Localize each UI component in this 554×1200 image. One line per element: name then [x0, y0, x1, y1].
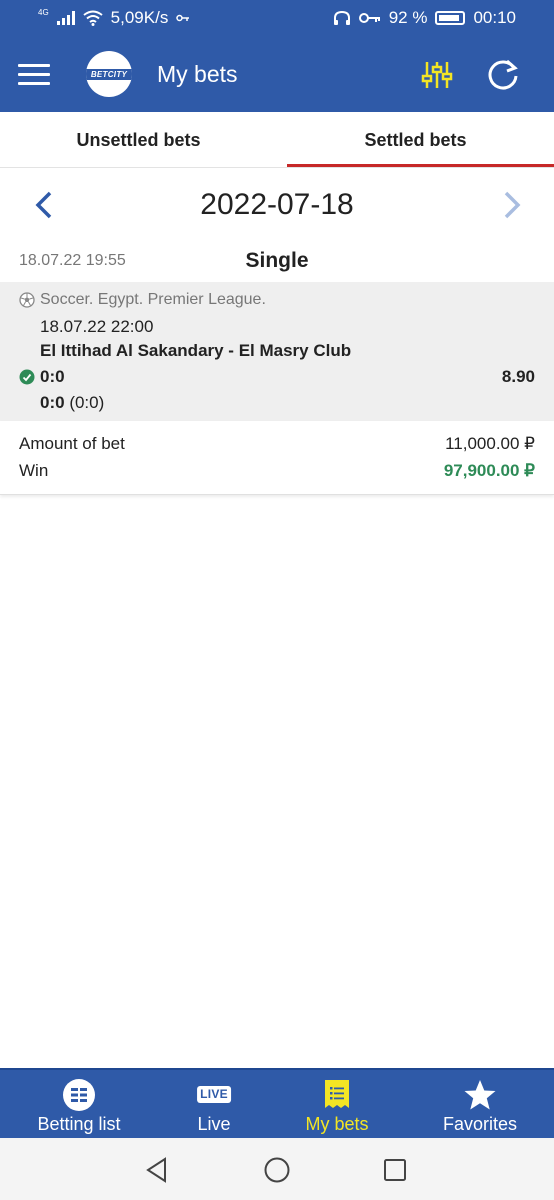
network-type-label: 4G	[38, 8, 49, 17]
next-date-icon[interactable]	[494, 188, 528, 222]
signal-icon	[56, 11, 75, 25]
soccer-ball-icon	[19, 292, 35, 308]
refresh-icon[interactable]	[485, 58, 521, 94]
won-check-icon	[19, 369, 35, 385]
logo-text: BETCITY	[86, 69, 132, 80]
event-date: 18.07.22 22:00	[40, 317, 154, 336]
win-label: Win	[19, 461, 49, 480]
menu-icon[interactable]	[18, 64, 50, 86]
active-tab-indicator	[287, 164, 554, 167]
key-icon	[358, 13, 380, 23]
result-half: (0:0)	[69, 393, 105, 412]
home-icon[interactable]	[263, 1156, 291, 1184]
tab-unsettled-bets[interactable]: Unsettled bets	[0, 112, 277, 168]
win-value: 97,900.00 ₽	[443, 461, 535, 480]
wifi-icon	[83, 10, 103, 26]
league-name: Soccer. Egypt. Premier League.	[40, 291, 266, 308]
status-bar-right: 92 % 00:10	[333, 8, 516, 28]
filter-settings-icon[interactable]	[420, 58, 454, 92]
result-score: 0:0	[40, 393, 65, 412]
tab-settled-bets[interactable]: Settled bets	[277, 112, 554, 168]
clock: 00:10	[473, 8, 516, 27]
bottom-navigation: Betting list LIVE Live My bets Favorites	[0, 1068, 554, 1138]
nav-label-betting-list: Betting list	[37, 1114, 121, 1134]
vpn-key-icon	[176, 14, 190, 22]
app-bar: BETCITY My bets	[0, 38, 554, 112]
date-navigator: 2022-07-18	[0, 168, 554, 244]
bet-header: 18.07.22 19:55 Single	[0, 244, 554, 282]
betcity-logo: BETCITY	[86, 51, 132, 97]
selected-date: 2022-07-18	[200, 188, 354, 221]
recents-icon[interactable]	[381, 1156, 409, 1184]
back-icon[interactable]	[143, 1156, 171, 1184]
nav-label-live: Live	[197, 1114, 231, 1134]
nav-favorites[interactable]: Favorites	[411, 1070, 549, 1140]
nav-label-my-bets: My bets	[305, 1114, 369, 1134]
amount-value: 11,000.00 ₽	[445, 434, 535, 453]
nav-live[interactable]: LIVE Live	[145, 1070, 283, 1140]
live-badge-icon: LIVE	[197, 1086, 231, 1103]
bet-event[interactable]: Soccer. Egypt. Premier League. 18.07.22 …	[0, 282, 554, 421]
nav-my-bets[interactable]: My bets	[268, 1070, 406, 1140]
odds-value: 8.90	[501, 367, 535, 386]
headphones-icon	[333, 10, 350, 25]
battery-percent: 92 %	[388, 8, 428, 27]
status-bar-left: 4G 5,09K/s	[38, 8, 190, 28]
outcome-row: 0:0	[19, 367, 65, 387]
receipt-icon	[325, 1080, 349, 1108]
status-bar: 4G 5,09K/s 92 % 00:10	[0, 0, 554, 38]
nav-label-favorites: Favorites	[442, 1114, 518, 1134]
battery-icon	[435, 11, 466, 25]
match-name: El Ittihad Al Sakandary - El Masry Club	[40, 341, 352, 360]
final-result: 0:0 (0:0)	[40, 393, 104, 413]
network-speed: 5,09K/s	[110, 8, 169, 27]
nav-betting-list[interactable]: Betting list	[10, 1070, 148, 1140]
star-icon	[464, 1080, 496, 1110]
system-navigation-bar	[0, 1138, 554, 1200]
amount-label: Amount of bet	[19, 434, 125, 453]
outcome-label: 0:0	[40, 367, 65, 386]
bet-type: Single	[245, 249, 309, 272]
league-row: Soccer. Egypt. Premier League.	[19, 291, 266, 309]
page-title: My bets	[157, 61, 238, 87]
bets-tabs: Unsettled bets Settled bets	[0, 112, 554, 168]
bet-summary: Amount of bet 11,000.00 ₽ Win 97,900.00 …	[0, 421, 554, 495]
list-circle-icon	[63, 1079, 95, 1111]
